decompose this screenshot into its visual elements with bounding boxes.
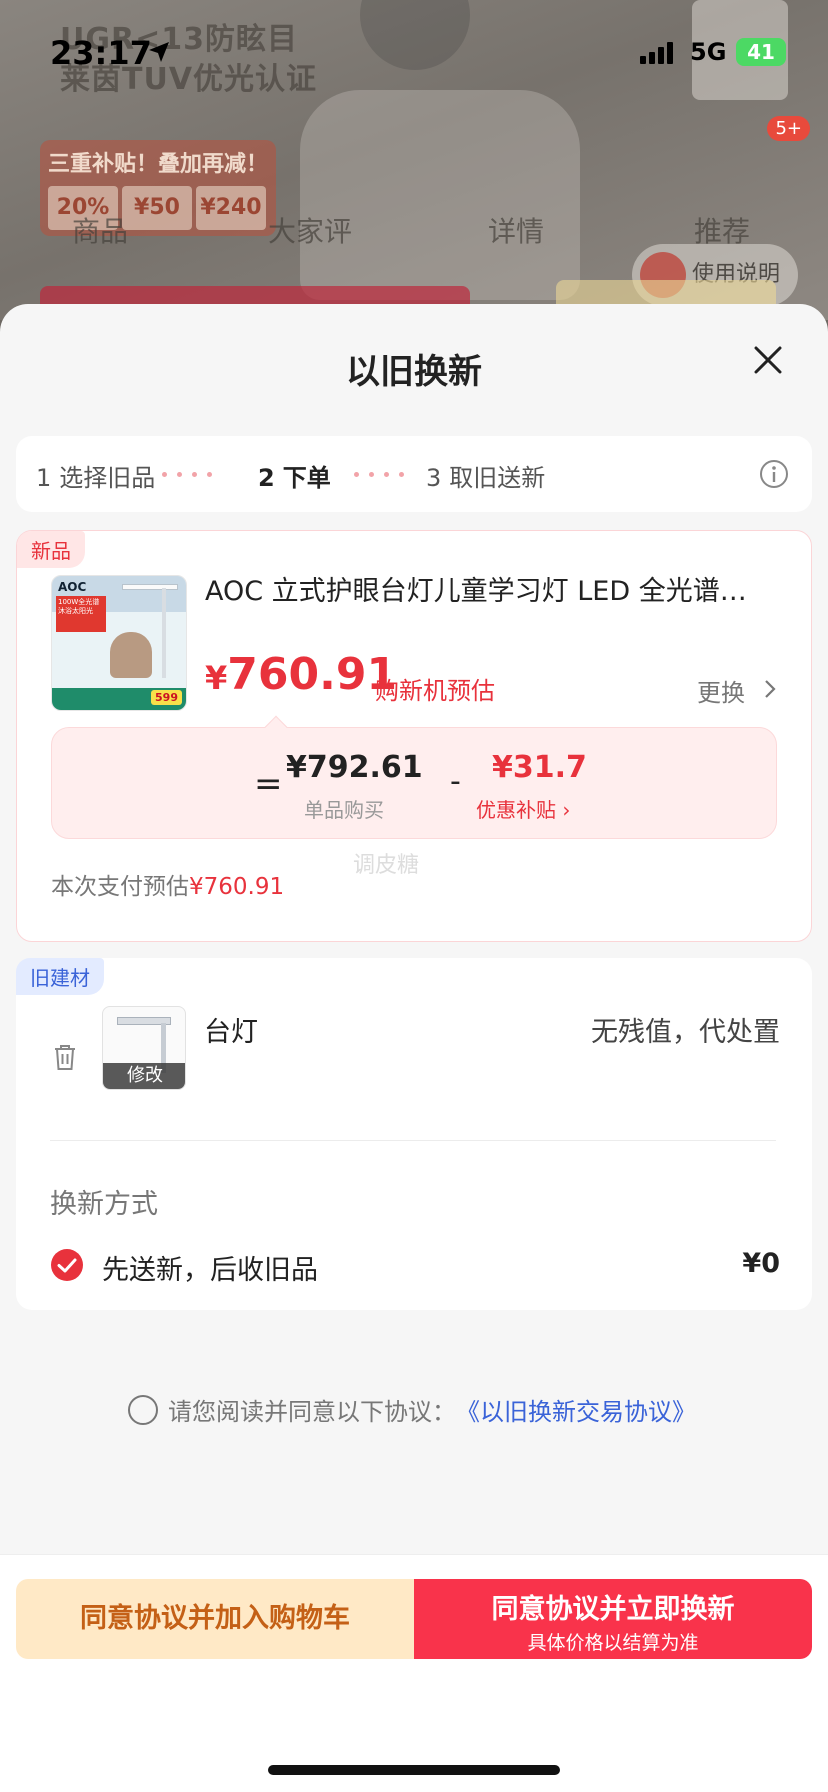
old-item-name: 台灯 <box>204 1017 258 1048</box>
trade-in-method-title: 换新方式 <box>50 1189 158 1220</box>
step-place-order: 2 下单 <box>258 464 331 492</box>
background-tab-details: 详情 <box>488 215 545 248</box>
location-arrow-icon <box>149 42 169 62</box>
replace-button[interactable]: 更换 <box>697 673 745 708</box>
status-bar: 23:17 5G 41 <box>0 0 828 100</box>
edit-old-item-button[interactable]: 修改 <box>103 1063 185 1089</box>
step-dots <box>354 472 404 477</box>
checkmark-circle-icon[interactable] <box>50 1248 84 1282</box>
agreement-link[interactable]: 《以旧换新交易协议》 <box>456 1392 696 1427</box>
status-time: 23:17 <box>50 34 152 72</box>
step-dots <box>162 472 212 477</box>
discount-amount: ¥31.7 <box>492 750 587 785</box>
new-product-image[interactable]: AOC 100W全光谱 沐浴太阳光 599 <box>51 575 187 711</box>
new-product-tag: 新品 <box>17 531 85 568</box>
old-item-value: 无残值，代处置 <box>591 1017 780 1048</box>
new-product-price: ¥760.91 <box>205 649 398 700</box>
divider <box>50 1140 776 1141</box>
trade-in-method-option[interactable]: 先送新，后收旧品 <box>102 1248 318 1287</box>
footer-actions: 同意协议并加入购物车 同意协议并立即换新 具体价格以结算为准 <box>0 1554 828 1792</box>
background-cart-badge: 5+ <box>767 116 810 141</box>
price-breakdown: = ¥792.61 单品购买 - ¥31.7 优惠补贴 › <box>51 715 777 839</box>
close-icon[interactable] <box>750 342 786 378</box>
old-item-card: 旧建材 修改 台灯 无残值，代处置 换新方式 先送新，后收旧品 ¥0 <box>16 958 812 1310</box>
network-label: 5G <box>690 38 727 66</box>
trade-in-sheet: 以旧换新 1 选择旧品 2 下单 3 取旧送新 新品 AOC 100W全光谱 沐浴太阳… <box>0 304 828 1792</box>
old-item-image[interactable]: 修改 <box>102 1006 186 1090</box>
step-pickup-delivery: 3 取旧送新 <box>426 464 546 492</box>
battery-icon: 41 <box>736 38 786 66</box>
trash-icon[interactable] <box>52 1042 78 1072</box>
trade-in-now-button[interactable]: 同意协议并立即换新 具体价格以结算为准 <box>414 1579 812 1659</box>
old-item-tag: 旧建材 <box>16 958 104 995</box>
unit-price: ¥792.61 <box>286 750 423 785</box>
unit-price-label: 单品购买 <box>304 798 384 822</box>
background-tab-goods: 商品 <box>72 215 129 248</box>
watermark: 调皮糖 <box>353 853 420 878</box>
home-indicator[interactable] <box>268 1765 560 1775</box>
new-product-card: 新品 AOC 100W全光谱 沐浴太阳光 599 AOC 立式护眼台灯儿童学习灯… <box>16 530 812 942</box>
trade-in-method-price: ¥0 <box>742 1248 780 1279</box>
signal-icon <box>640 40 673 64</box>
sheet-title: 以旧换新 <box>346 352 482 392</box>
chevron-right-icon[interactable] <box>763 679 777 699</box>
pay-estimate: 本次支付预估¥760.91 <box>51 874 285 900</box>
add-to-cart-button[interactable]: 同意协议并加入购物车 <box>16 1579 414 1659</box>
agreement-radio[interactable] <box>128 1394 158 1425</box>
agreement-text: 请您阅读并同意以下协议： <box>168 1398 456 1426</box>
info-icon[interactable] <box>758 458 790 490</box>
background-tab-reviews: 大家评 <box>268 215 353 248</box>
new-product-name: AOC 立式护眼台灯儿童学习灯 LED 全光谱… <box>205 576 747 607</box>
steps-bar: 1 选择旧品 2 下单 3 取旧送新 <box>16 436 812 512</box>
agreement-row: 请您阅读并同意以下协议： 《以旧换新交易协议》 <box>128 1392 696 1427</box>
discount-link[interactable]: 优惠补贴 › <box>476 794 570 823</box>
step-select-old: 1 选择旧品 <box>36 464 156 492</box>
price-note: 购新机预估 <box>375 677 495 705</box>
